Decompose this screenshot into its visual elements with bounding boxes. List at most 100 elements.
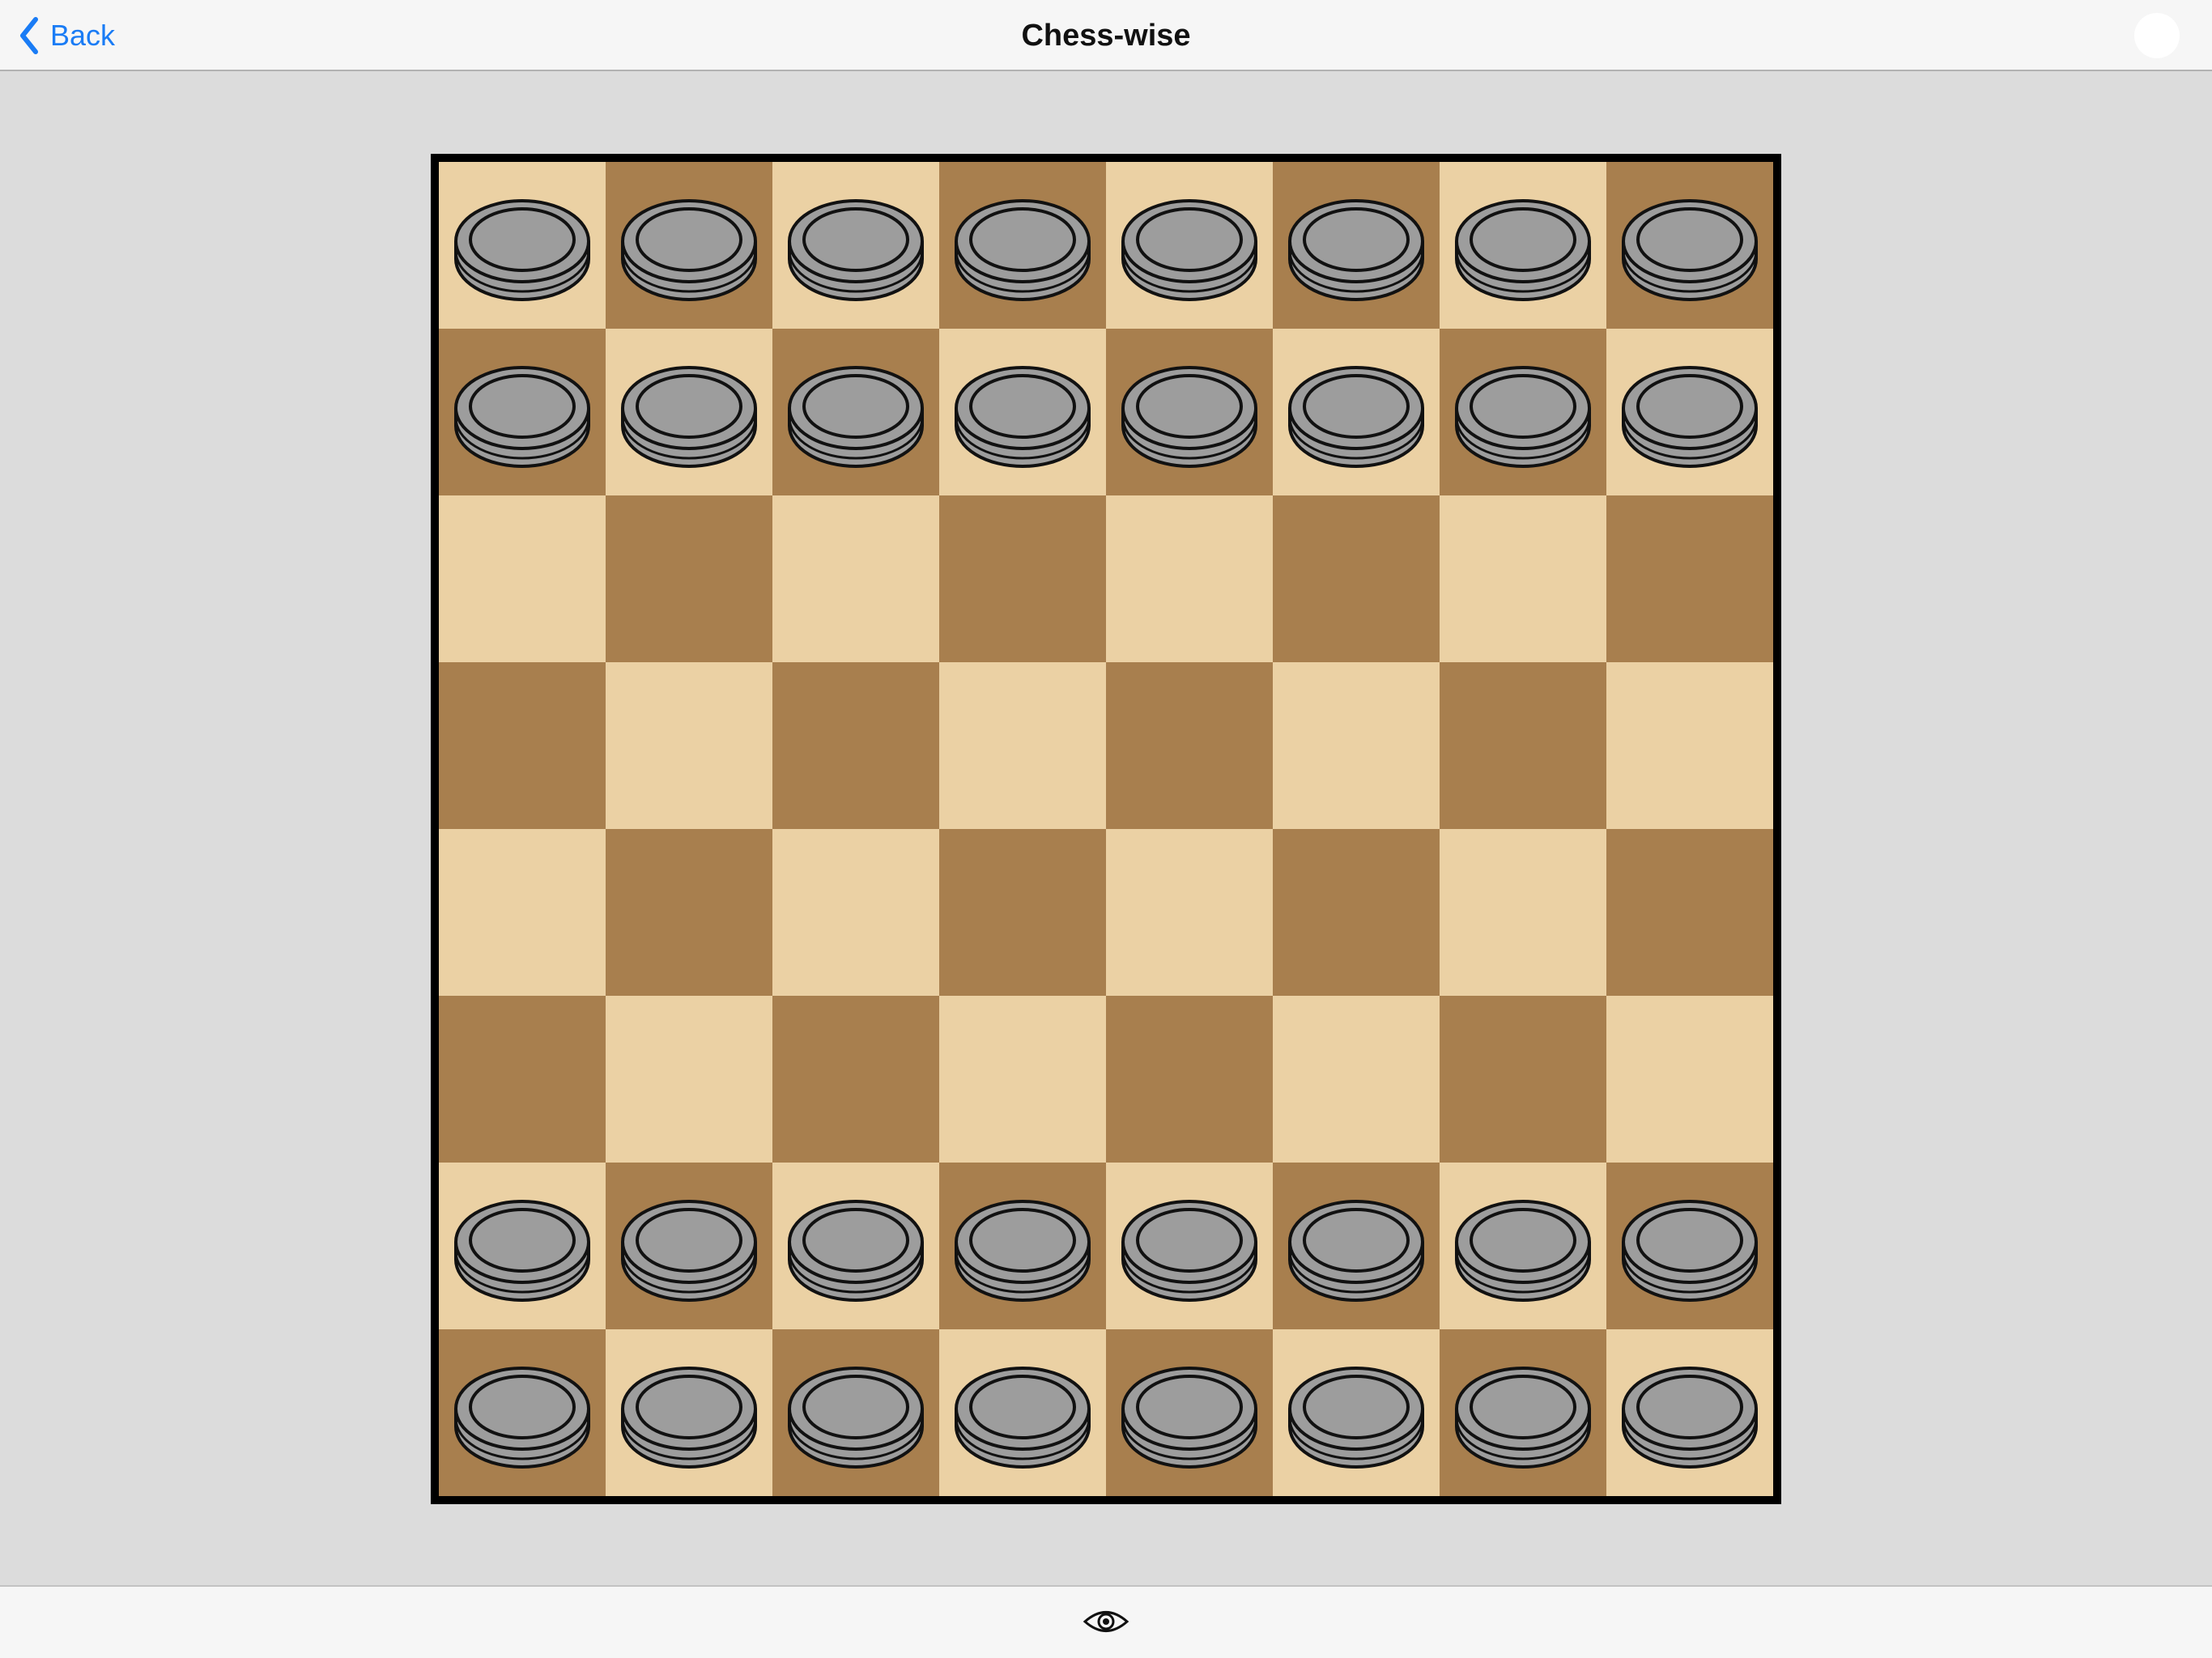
checker-piece-icon (788, 1367, 924, 1469)
board-square[interactable] (1106, 495, 1273, 662)
checker-piece-icon (1288, 1367, 1424, 1469)
board-square[interactable] (1106, 329, 1273, 495)
board-square[interactable] (1273, 1329, 1440, 1496)
checker-piece-icon (1455, 366, 1591, 468)
checker-piece-icon (1622, 1367, 1758, 1469)
board-square[interactable] (606, 495, 772, 662)
checker-piece-icon (1622, 1200, 1758, 1302)
board-square[interactable] (1606, 1329, 1773, 1496)
board-square[interactable] (439, 1329, 606, 1496)
checker-piece-icon (1121, 366, 1257, 468)
board-square[interactable] (1273, 329, 1440, 495)
board-square[interactable] (939, 996, 1106, 1163)
navigation-bar: Back Chess-wise (0, 0, 2212, 71)
board-square[interactable] (439, 662, 606, 829)
page-title: Chess-wise (1021, 19, 1191, 53)
board-square[interactable] (439, 495, 606, 662)
board-square[interactable] (939, 1163, 1106, 1329)
board-square[interactable] (439, 162, 606, 329)
board-square[interactable] (772, 829, 939, 996)
checker-piece-icon (1288, 366, 1424, 468)
status-dot[interactable] (2134, 13, 2180, 58)
board-square[interactable] (939, 1329, 1106, 1496)
back-button[interactable]: Back (18, 0, 115, 71)
board-square[interactable] (439, 1163, 606, 1329)
board-square[interactable] (1440, 829, 1606, 996)
checker-piece-icon (955, 199, 1091, 301)
board-square[interactable] (439, 329, 606, 495)
board-square[interactable] (606, 1329, 772, 1496)
checker-piece-icon (621, 199, 757, 301)
board-square[interactable] (1606, 996, 1773, 1163)
checker-piece-icon (955, 1367, 1091, 1469)
checker-piece-icon (621, 1367, 757, 1469)
board-square[interactable] (772, 329, 939, 495)
board-square[interactable] (606, 996, 772, 1163)
board-square[interactable] (1440, 162, 1606, 329)
board-square[interactable] (606, 662, 772, 829)
checker-piece-icon (454, 1367, 590, 1469)
board-square[interactable] (1273, 996, 1440, 1163)
board-square[interactable] (1440, 662, 1606, 829)
board-square[interactable] (439, 996, 606, 1163)
board-square[interactable] (939, 829, 1106, 996)
board-square[interactable] (939, 495, 1106, 662)
board-square[interactable] (1106, 1329, 1273, 1496)
checker-piece-icon (621, 1200, 757, 1302)
board-square[interactable] (939, 662, 1106, 829)
checker-piece-icon (1455, 1367, 1591, 1469)
board-square[interactable] (772, 996, 939, 1163)
board-square[interactable] (772, 495, 939, 662)
checker-piece-icon (1121, 199, 1257, 301)
checker-piece-icon (454, 1200, 590, 1302)
board-square[interactable] (772, 662, 939, 829)
checker-piece-icon (1121, 1200, 1257, 1302)
board-square[interactable] (939, 329, 1106, 495)
checker-piece-icon (1622, 199, 1758, 301)
board-square[interactable] (1106, 996, 1273, 1163)
view-toggle-button[interactable] (1082, 1601, 1130, 1642)
board-square[interactable] (1273, 162, 1440, 329)
board-square[interactable] (1606, 1163, 1773, 1329)
board-square[interactable] (1106, 1163, 1273, 1329)
board-square[interactable] (772, 162, 939, 329)
eye-icon (1083, 1611, 1129, 1632)
board-square[interactable] (1606, 829, 1773, 996)
board-square[interactable] (606, 1163, 772, 1329)
board-square[interactable] (1440, 1329, 1606, 1496)
back-label: Back (50, 19, 116, 52)
board-square[interactable] (1606, 662, 1773, 829)
board-square[interactable] (1606, 495, 1773, 662)
checker-piece-icon (788, 366, 924, 468)
board-square[interactable] (772, 1329, 939, 1496)
checker-piece-icon (454, 366, 590, 468)
checker-piece-icon (1121, 1367, 1257, 1469)
checker-piece-icon (1455, 1200, 1591, 1302)
board-square[interactable] (1440, 495, 1606, 662)
board-square[interactable] (1273, 829, 1440, 996)
checker-piece-icon (788, 199, 924, 301)
board-square[interactable] (1273, 1163, 1440, 1329)
checker-piece-icon (955, 1200, 1091, 1302)
board-square[interactable] (772, 1163, 939, 1329)
board-square[interactable] (1440, 1163, 1606, 1329)
board-square[interactable] (606, 329, 772, 495)
board-square[interactable] (606, 162, 772, 329)
checker-piece-icon (1455, 199, 1591, 301)
board-square[interactable] (1606, 162, 1773, 329)
board-square[interactable] (939, 162, 1106, 329)
board-square[interactable] (1273, 495, 1440, 662)
board-square[interactable] (1106, 162, 1273, 329)
checker-piece-icon (621, 366, 757, 468)
game-board[interactable] (439, 162, 1773, 1496)
board-square[interactable] (1606, 329, 1773, 495)
board-square[interactable] (1440, 996, 1606, 1163)
board-square[interactable] (1106, 662, 1273, 829)
board-square[interactable] (1273, 662, 1440, 829)
board-square[interactable] (1440, 329, 1606, 495)
checker-piece-icon (1288, 199, 1424, 301)
board-square[interactable] (439, 829, 606, 996)
board-square[interactable] (1106, 829, 1273, 996)
checker-piece-icon (454, 199, 590, 301)
board-square[interactable] (606, 829, 772, 996)
